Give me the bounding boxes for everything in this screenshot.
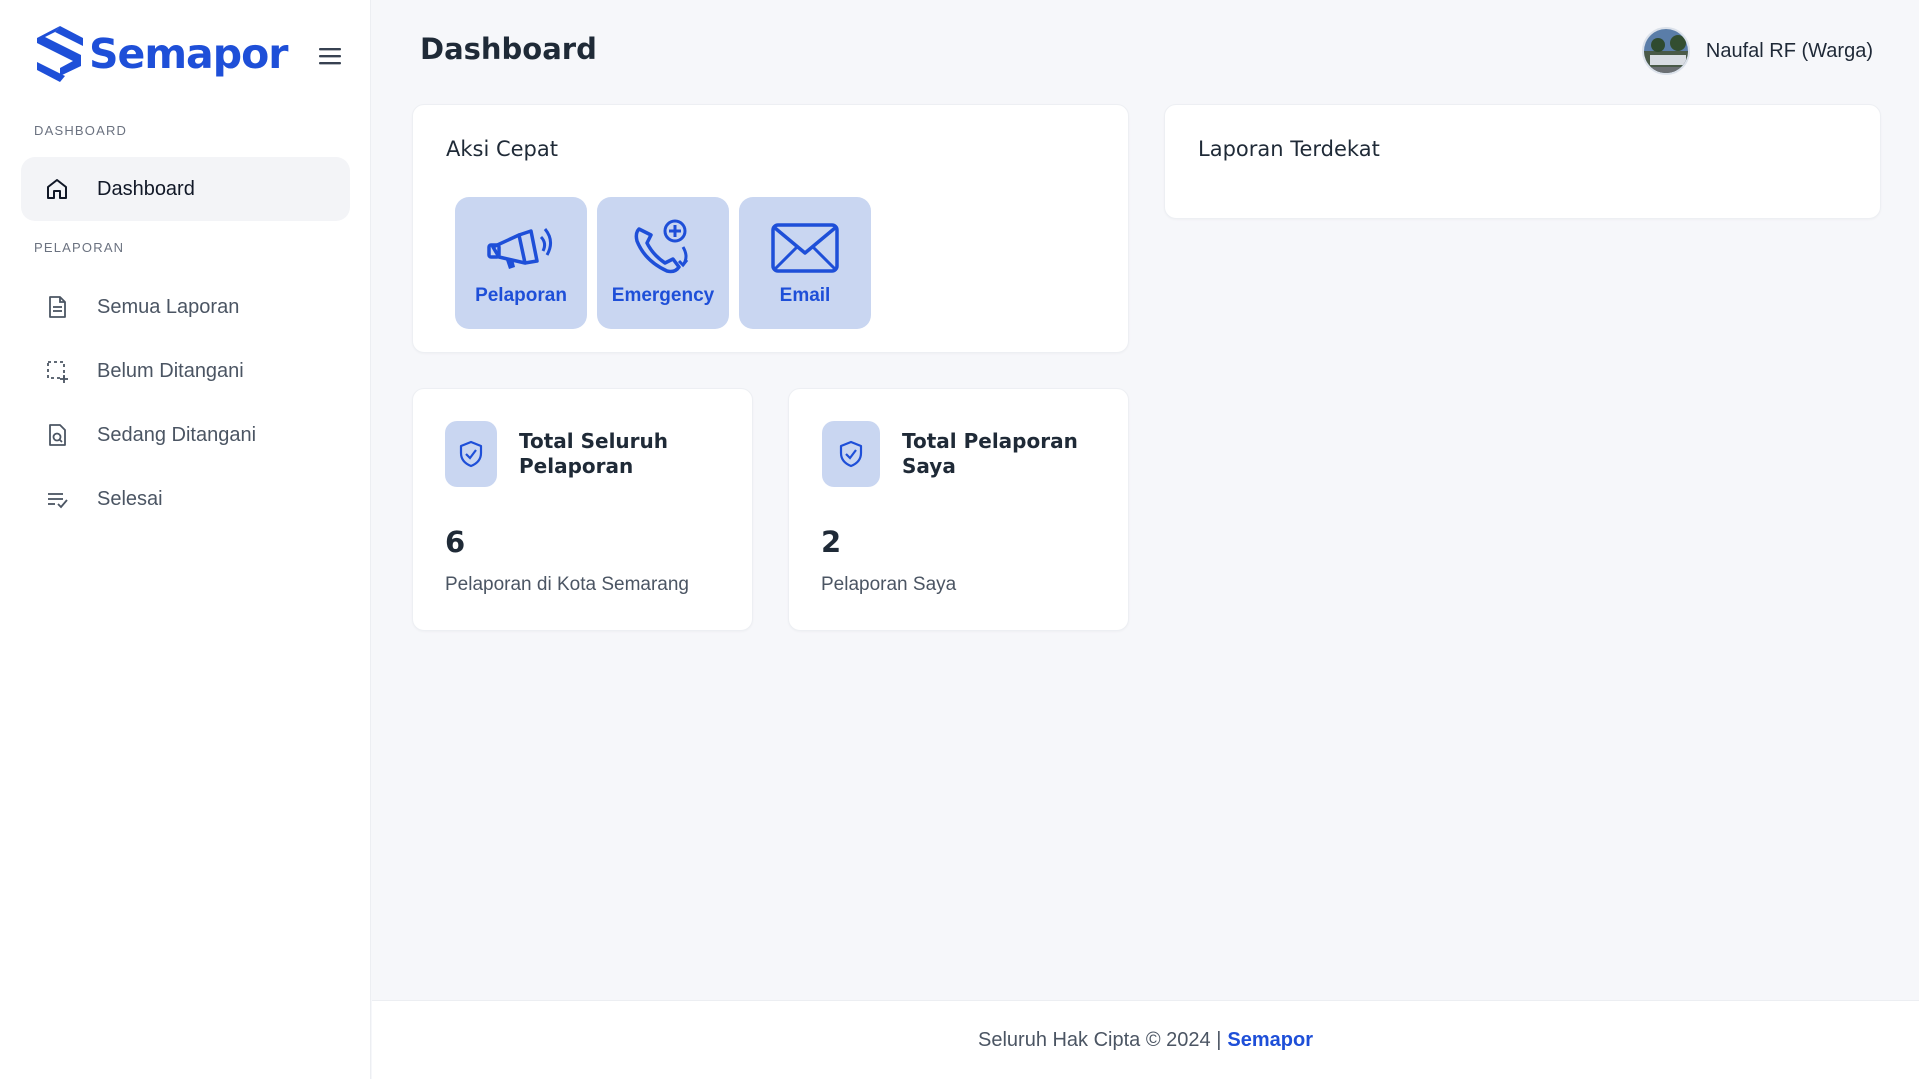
stat-icon-tile [445,421,497,487]
footer-brand-link[interactable]: Semapor [1227,1029,1313,1052]
footer-copyright: Seluruh Hak Cipta © 2024 | [978,1028,1222,1051]
envelope-icon [771,223,839,273]
section-label-pelaporan: PELAPORAN [34,240,125,255]
sidebar-item-label: Semua Laporan [97,295,240,318]
home-icon [47,179,67,199]
stat-title: Total Seluruh Pelaporan [519,429,669,478]
sidebar-item-label: Selesai [97,487,163,510]
brand-logo[interactable]: Semapor [33,24,288,84]
quick-action-label: Email [779,285,831,306]
user-menu[interactable]: Naufal RF (Warga) [1641,27,1873,75]
document-search-icon [49,424,66,446]
list-check-icon [48,493,68,509]
user-name: Naufal RF (Warga) [1705,39,1873,62]
sidebar-item-label: Belum Ditangani [97,359,244,382]
megaphone-icon [487,228,552,269]
section-label-dashboard: DASHBOARD [34,123,128,138]
brand-name: Semapor [89,30,288,78]
stat-card-total-seluruh: Total Seluruh Pelaporan 6 Pelaporan di K… [412,388,753,631]
stat-title: Total Pelaporan Saya [902,429,1078,478]
sidebar-item-label: Dashboard [97,177,195,200]
sidebar-item-belum-ditangani[interactable]: Belum Ditangani [21,339,350,403]
quick-actions-card: Aksi Cepat Pelaporan Emergency Email [412,104,1129,353]
stat-value: 2 [821,525,842,559]
avatar [1641,27,1690,75]
sidebar: Semapor DASHBOARD Dashboard PELAPORAN Se… [0,0,371,1079]
footer: Seluruh Hak Cipta © 2024 | Semapor [372,1000,1919,1079]
hamburger-icon [319,48,341,65]
card-title: Laporan Terdekat [1198,137,1380,161]
stat-caption: Pelaporan di Kota Semarang [445,574,689,595]
sidebar-item-sedang-ditangani[interactable]: Sedang Ditangani [21,403,350,467]
avatar-photo-icon [1643,29,1688,73]
emergency-button[interactable]: Emergency [597,197,729,329]
stat-caption: Pelaporan Saya [821,574,957,595]
stat-value: 6 [445,525,466,559]
phone-plus-icon [634,219,689,274]
sidebar-item-label: Sedang Ditangani [97,423,257,446]
quick-action-label: Emergency [611,285,715,306]
sidebar-item-dashboard[interactable]: Dashboard [21,157,350,221]
hamburger-menu-button[interactable] [316,42,346,70]
nearby-reports-card: Laporan Terdekat [1164,104,1881,219]
shield-check-icon [459,440,483,468]
sidebar-item-semua-laporan[interactable]: Semua Laporan [21,275,350,339]
document-icon [49,296,66,318]
page-title: Dashboard [420,32,597,66]
email-button[interactable]: Email [739,197,871,329]
stat-icon-tile [822,421,880,487]
stat-card-total-saya: Total Pelaporan Saya 2 Pelaporan Saya [788,388,1129,631]
pelaporan-button[interactable]: Pelaporan [455,197,587,329]
dashed-square-plus-icon [47,361,68,383]
card-title: Aksi Cepat [446,137,558,161]
quick-action-label: Pelaporan [475,285,567,306]
shield-check-icon [839,440,863,468]
sidebar-item-selesai[interactable]: Selesai [21,467,350,531]
logo-s-icon [37,26,83,82]
